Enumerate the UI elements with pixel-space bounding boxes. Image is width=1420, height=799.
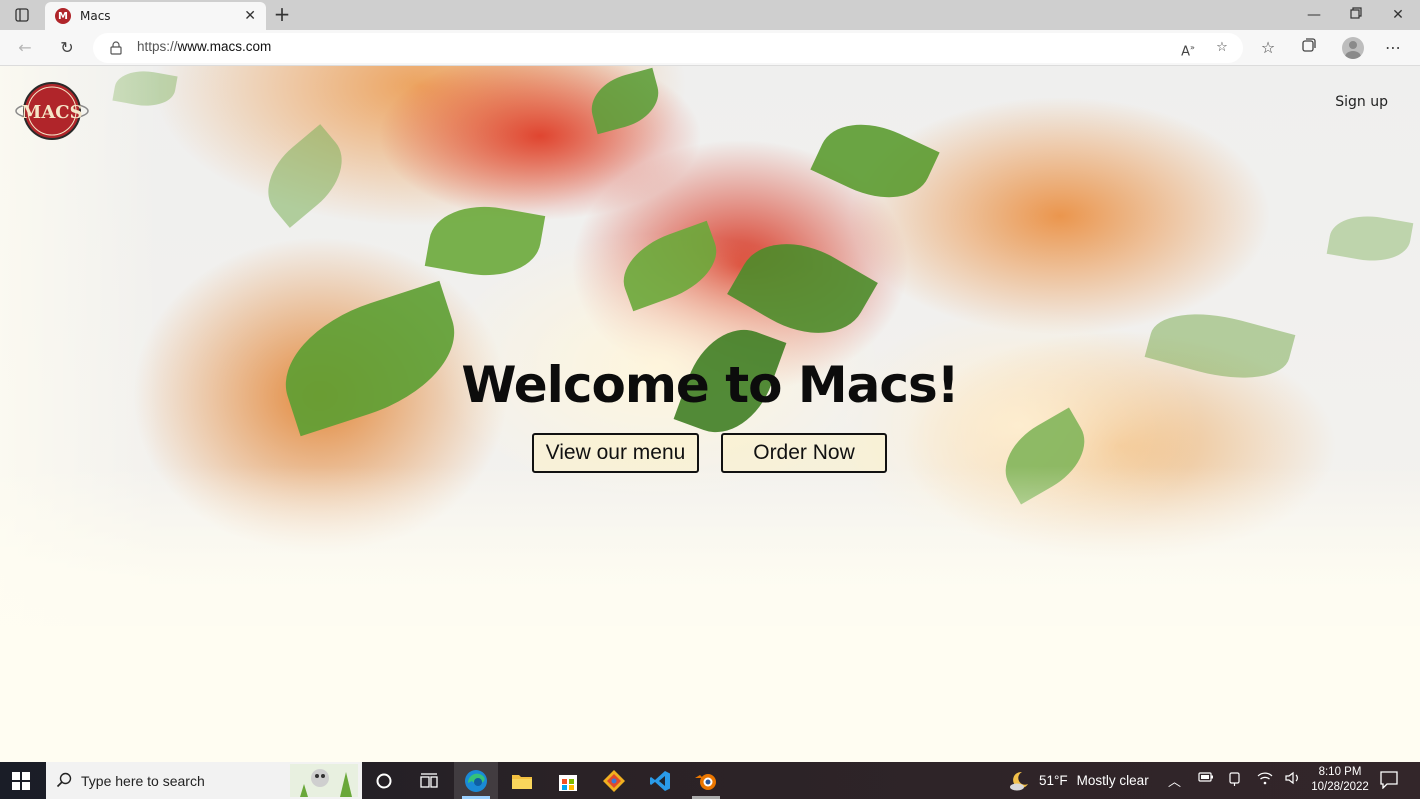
address-bar[interactable]: https://www.macs.com A» ☆	[93, 33, 1243, 63]
file-explorer-icon[interactable]	[508, 767, 536, 795]
new-tab-icon[interactable]: +	[272, 4, 292, 24]
basil-leaf	[810, 106, 940, 216]
browser-tab[interactable]: M Macs ✕	[45, 2, 266, 30]
clock-time: 8:10 PM	[1318, 766, 1362, 778]
tab-title: Macs	[80, 9, 111, 23]
order-now-button[interactable]: Order Now	[721, 433, 887, 473]
favorites-icon[interactable]: ☆	[1257, 37, 1279, 59]
welcome-heading: Welcome to Macs!	[461, 356, 959, 414]
site-favicon: M	[55, 8, 71, 24]
add-favorite-icon[interactable]: ☆	[1211, 37, 1233, 59]
basil-leaf	[1326, 209, 1414, 268]
vscode-icon[interactable]	[646, 767, 674, 795]
close-window-icon[interactable]: ✕	[1384, 4, 1412, 26]
clock-date: 10/28/2022	[1311, 781, 1369, 793]
hero-fade	[0, 466, 1420, 666]
more-options-icon[interactable]: ⋯	[1382, 37, 1404, 59]
cortana-icon[interactable]	[370, 767, 398, 795]
git-app-icon[interactable]	[600, 767, 628, 795]
wifi-icon[interactable]	[1257, 771, 1273, 789]
read-aloud-icon[interactable]: A»	[1177, 37, 1199, 59]
battery-icon[interactable]	[1198, 771, 1214, 787]
weather-condition: Mostly clear	[1076, 773, 1149, 788]
search-highlight-art-icon	[290, 764, 358, 797]
weather-widget[interactable]: 51°F Mostly clear	[1008, 762, 1149, 799]
taskbar-search-box[interactable]: Type here to search	[46, 762, 362, 799]
view-menu-button[interactable]: View our menu	[532, 433, 699, 473]
windows-start-icon[interactable]	[12, 772, 30, 790]
notification-center-icon[interactable]	[1380, 771, 1398, 789]
blender-icon[interactable]	[692, 767, 720, 795]
back-icon[interactable]: ←	[14, 37, 36, 59]
meet-now-icon[interactable]	[1228, 771, 1242, 791]
restore-icon[interactable]	[1342, 4, 1370, 26]
lock-icon	[110, 41, 122, 55]
basil-leaf	[612, 220, 728, 312]
browser-toolbar: ← ↻ https://www.macs.com A» ☆ ☆ ⋯	[0, 30, 1420, 66]
moon-cloud-icon	[1010, 771, 1028, 790]
refresh-icon[interactable]: ↻	[56, 37, 78, 59]
system-clock[interactable]: 8:10 PM 10/28/2022	[1306, 765, 1374, 795]
profile-avatar-icon[interactable]	[1342, 37, 1364, 59]
browser-titlebar: M Macs ✕ + — ✕	[0, 0, 1420, 30]
microsoft-store-icon[interactable]	[554, 767, 582, 795]
basil-leaf	[251, 124, 359, 228]
search-icon	[56, 772, 72, 788]
tab-actions-icon[interactable]	[8, 6, 36, 24]
sign-up-link[interactable]: Sign up	[1335, 94, 1388, 110]
basil-leaf	[584, 67, 666, 135]
search-placeholder: Type here to search	[81, 772, 205, 789]
basil-leaf	[424, 196, 546, 286]
collections-icon[interactable]	[1298, 37, 1320, 59]
edge-browser-icon[interactable]	[462, 767, 490, 795]
macs-logo[interactable]: MACS	[15, 82, 89, 140]
page-content: MACS Sign up Welcome to Macs! View our m…	[0, 66, 1420, 762]
logo-text: MACS	[21, 102, 82, 123]
task-view-icon[interactable]	[415, 767, 443, 795]
url-text[interactable]: https://www.macs.com	[137, 39, 271, 54]
tab-close-icon[interactable]: ✕	[244, 8, 256, 24]
volume-icon[interactable]	[1285, 771, 1301, 789]
windows-taskbar: Type here to search 51°F Mostly clear ︿	[0, 762, 1420, 799]
minimize-icon[interactable]: —	[1300, 4, 1328, 26]
weather-temperature: 51°F	[1039, 773, 1068, 788]
show-hidden-icons-chevron-icon[interactable]: ︿	[1168, 771, 1181, 790]
